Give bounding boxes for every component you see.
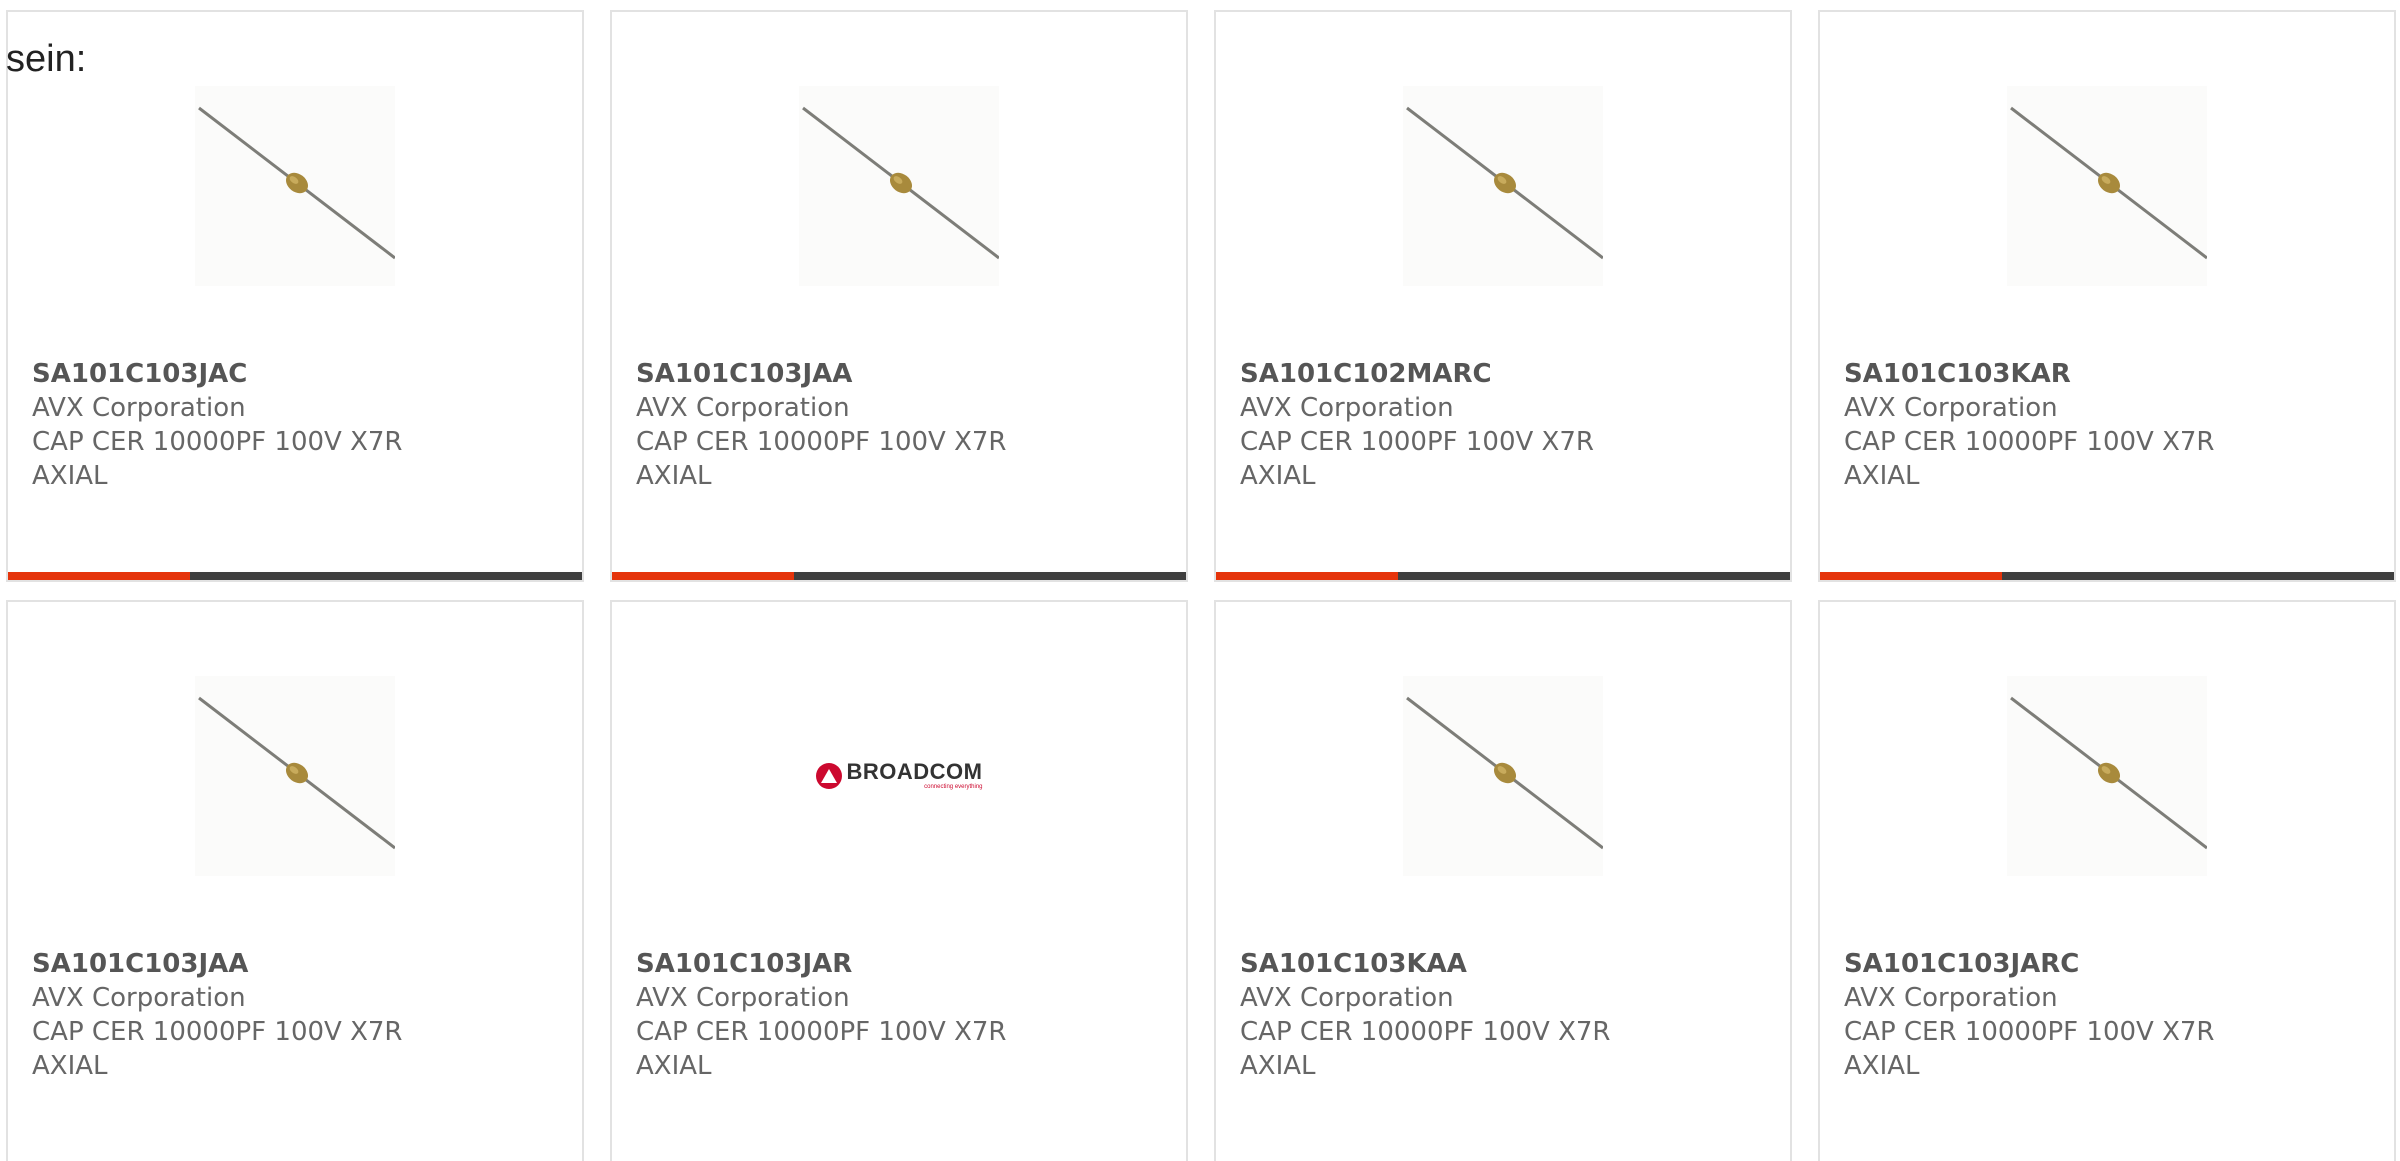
product-image[interactable]: [2007, 86, 2207, 286]
product-info: SA101C103JAA AVX Corporation CAP CER 100…: [32, 947, 432, 1083]
product-card[interactable]: SA101C103KAR AVX Corporation CAP CER 100…: [1818, 10, 2396, 582]
card-footer-bar: [612, 572, 1186, 580]
card-accent-bar: [1820, 572, 2002, 580]
axial-capacitor-icon: [799, 86, 999, 286]
card-accent-bar: [8, 572, 190, 580]
part-number[interactable]: SA101C103KAA: [1240, 947, 1640, 981]
axial-capacitor-icon: [2007, 86, 2207, 286]
product-card[interactable]: SA101C102MARC AVX Corporation CAP CER 10…: [1214, 10, 1792, 582]
part-number[interactable]: SA101C103JAA: [636, 357, 1036, 391]
card-accent-bar: [612, 572, 794, 580]
manufacturer: AVX Corporation: [1240, 983, 1454, 1013]
part-number[interactable]: SA101C103JAC: [32, 357, 432, 391]
product-image[interactable]: [195, 676, 395, 876]
axial-capacitor-icon: [195, 676, 395, 876]
broadcom-logo-icon: [815, 763, 842, 789]
manufacturer: AVX Corporation: [1844, 983, 2058, 1013]
product-grid-page: sein: SA101C103JAC AVX Corporation CAP C…: [0, 0, 2400, 1161]
manufacturer: AVX Corporation: [1844, 393, 2058, 423]
description: CAP CER 10000PF 100V X7R AXIAL: [1844, 1017, 2215, 1081]
part-number[interactable]: SA101C102MARC: [1240, 357, 1640, 391]
axial-capacitor-icon: [195, 86, 395, 286]
product-image[interactable]: [1403, 676, 1603, 876]
card-footer-bar: [1820, 572, 2394, 580]
card-footer-bar: [8, 572, 582, 580]
product-info: SA101C103JAR AVX Corporation CAP CER 100…: [636, 947, 1036, 1083]
product-card[interactable]: SA101C103JAA AVX Corporation CAP CER 100…: [610, 10, 1188, 582]
product-image[interactable]: [799, 86, 999, 286]
product-info: SA101C103JAA AVX Corporation CAP CER 100…: [636, 357, 1036, 493]
description: CAP CER 10000PF 100V X7R AXIAL: [32, 427, 403, 491]
axial-capacitor-icon: [1403, 86, 1603, 286]
manufacturer: AVX Corporation: [636, 983, 850, 1013]
description: CAP CER 10000PF 100V X7R AXIAL: [32, 1017, 403, 1081]
product-card[interactable]: BROADCOM connecting everything SA101C103…: [610, 600, 1188, 1161]
product-image[interactable]: [2007, 676, 2207, 876]
product-card[interactable]: SA101C103JAA AVX Corporation CAP CER 100…: [6, 600, 584, 1161]
manufacturer: AVX Corporation: [32, 983, 246, 1013]
product-card[interactable]: SA101C103JARC AVX Corporation CAP CER 10…: [1818, 600, 2396, 1161]
logo-brand-text: BROADCOM: [846, 759, 983, 784]
part-number[interactable]: SA101C103JARC: [1844, 947, 2244, 981]
product-card[interactable]: SA101C103JAC AVX Corporation CAP CER 100…: [6, 10, 584, 582]
manufacturer: AVX Corporation: [32, 393, 246, 423]
card-footer-bar: [1216, 572, 1790, 580]
description: CAP CER 10000PF 100V X7R AXIAL: [1240, 1017, 1611, 1081]
manufacturer: AVX Corporation: [636, 393, 850, 423]
manufacturer: AVX Corporation: [1240, 393, 1454, 423]
intro-text: sein:: [6, 38, 87, 80]
product-image[interactable]: [1403, 86, 1603, 286]
logo-tagline: connecting everything: [924, 784, 983, 790]
card-accent-bar: [1216, 572, 1398, 580]
part-number[interactable]: SA101C103JAA: [32, 947, 432, 981]
broadcom-logo: BROADCOM connecting everything: [815, 759, 983, 791]
axial-capacitor-icon: [1403, 676, 1603, 876]
description: CAP CER 10000PF 100V X7R AXIAL: [636, 427, 1007, 491]
product-image[interactable]: [195, 86, 395, 286]
product-card[interactable]: SA101C103KAA AVX Corporation CAP CER 100…: [1214, 600, 1792, 1161]
part-number[interactable]: SA101C103KAR: [1844, 357, 2244, 391]
product-image[interactable]: BROADCOM connecting everything: [799, 676, 999, 876]
part-number[interactable]: SA101C103JAR: [636, 947, 1036, 981]
product-info: SA101C102MARC AVX Corporation CAP CER 10…: [1240, 357, 1640, 493]
product-info: SA101C103JARC AVX Corporation CAP CER 10…: [1844, 947, 2244, 1083]
product-info: SA101C103JAC AVX Corporation CAP CER 100…: [32, 357, 432, 493]
description: CAP CER 10000PF 100V X7R AXIAL: [636, 1017, 1007, 1081]
product-info: SA101C103KAA AVX Corporation CAP CER 100…: [1240, 947, 1640, 1083]
product-info: SA101C103KAR AVX Corporation CAP CER 100…: [1844, 357, 2244, 493]
description: CAP CER 10000PF 100V X7R AXIAL: [1844, 427, 2215, 491]
description: CAP CER 1000PF 100V X7R AXIAL: [1240, 427, 1594, 491]
axial-capacitor-icon: [2007, 676, 2207, 876]
